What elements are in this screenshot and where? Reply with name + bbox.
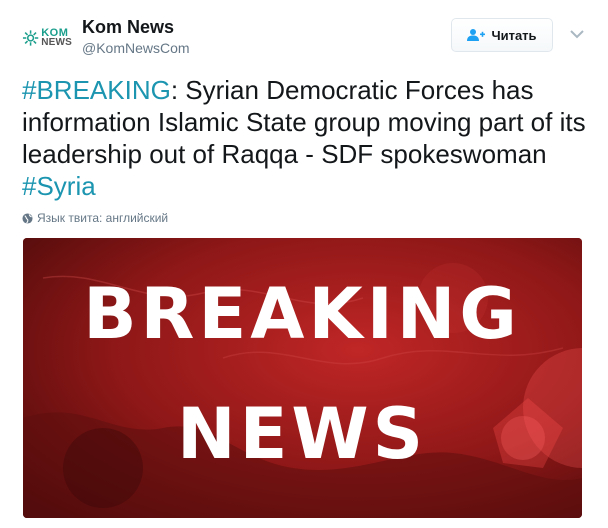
tweet-language-label: Язык твита: английский — [37, 211, 169, 225]
tweet-text: #BREAKING: Syrian Democratic Forces has … — [22, 74, 592, 202]
hashtag-syria[interactable]: #Syria — [22, 171, 96, 201]
follow-button[interactable]: Читать — [451, 18, 553, 52]
logo-news: NEWS — [41, 37, 72, 48]
media-line-breaking: BREAKING — [83, 273, 521, 355]
display-name[interactable]: Kom News — [82, 17, 174, 38]
media-line-news: NEWS — [177, 393, 427, 475]
logo-text: KOM NEWS — [41, 28, 72, 48]
add-user-icon — [467, 28, 486, 42]
hashtag-breaking[interactable]: #BREAKING — [22, 75, 171, 105]
chevron-down-icon[interactable] — [569, 28, 585, 40]
screen-name[interactable]: @KomNewsCom — [82, 40, 190, 56]
avatar[interactable]: KOM NEWS — [22, 24, 72, 52]
tweet-language: Язык твита: английский — [22, 211, 168, 225]
tweet-card: KOM NEWS Kom News @KomNewsCom Читать #BR… — [0, 0, 608, 528]
breaking-news-background: BREAKING NEWS — [23, 238, 582, 518]
globe-icon — [22, 212, 33, 224]
media-image[interactable]: BREAKING NEWS — [23, 238, 582, 518]
follow-button-label: Читать — [491, 27, 537, 43]
kom-logo-icon — [22, 30, 39, 46]
